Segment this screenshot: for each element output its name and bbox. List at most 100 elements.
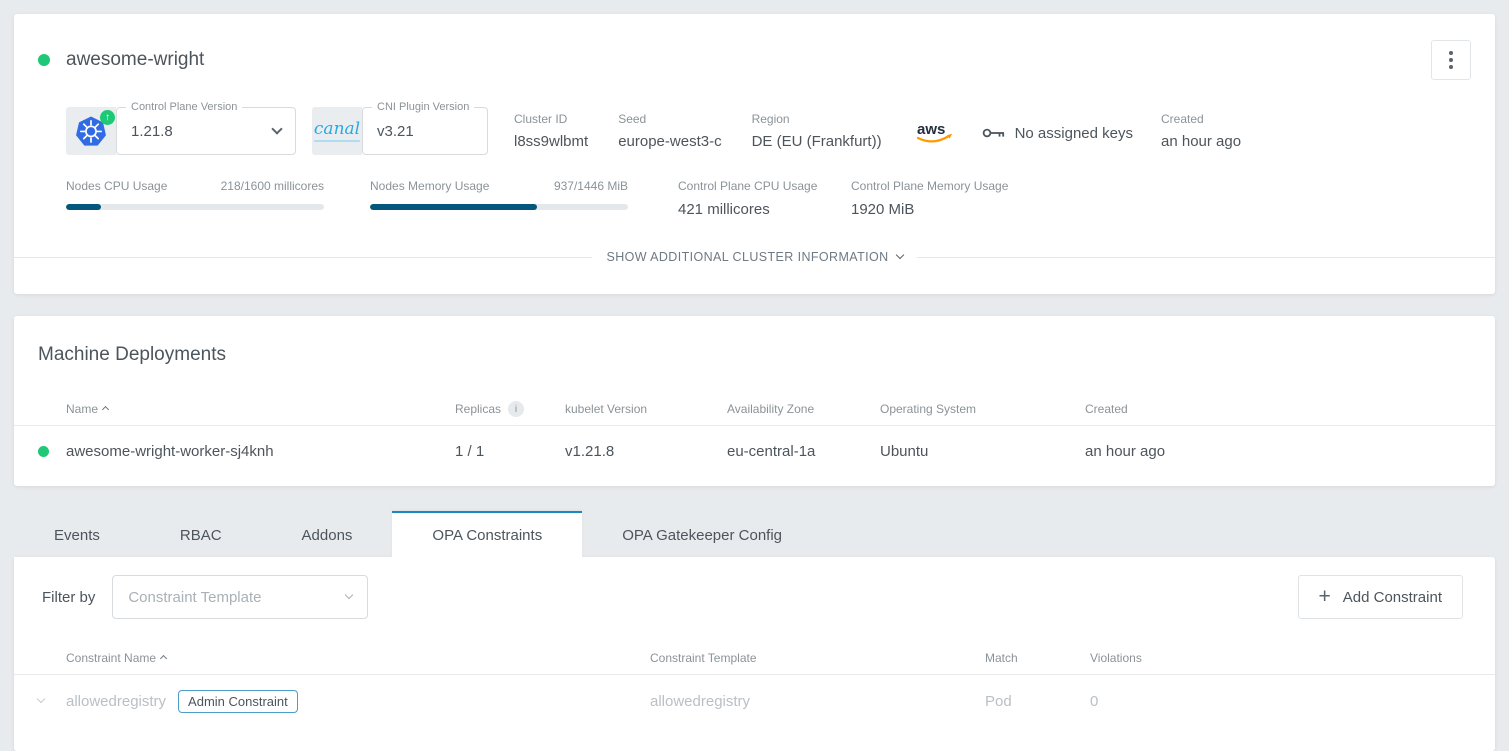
dot-icon <box>1449 58 1453 62</box>
show-more-divider: SHOW ADDITIONAL CLUSTER INFORMATION <box>14 250 1495 294</box>
deployment-replicas: 1 / 1 <box>455 443 565 460</box>
column-header-violations: Violations <box>1090 651 1471 665</box>
deployment-status-dot <box>38 446 49 457</box>
nodes-cpu-progress-fill <box>66 204 101 210</box>
nodes-cpu-progress-track <box>66 204 324 210</box>
chevron-down-icon <box>271 123 282 134</box>
tab-addons[interactable]: Addons <box>262 511 393 557</box>
constraints-table: Constraint Name Constraint Template Matc… <box>14 641 1495 727</box>
control-plane-memory-usage-label: Control Plane Memory Usage <box>851 179 1008 193</box>
constraint-template-filter-select[interactable]: Constraint Template <box>112 575 368 619</box>
control-plane-version-field: ↑ Control Plane Version 1.21.8 <box>66 107 296 155</box>
control-plane-memory-usage: Control Plane Memory Usage 1920 MiB <box>851 179 1008 218</box>
nodes-memory-usage-label: Nodes Memory Usage <box>370 179 489 193</box>
nodes-memory-usage-value: 937/1446 MiB <box>554 179 628 193</box>
svg-text:aws: aws <box>917 121 945 138</box>
deployment-availability-zone: eu-central-1a <box>727 443 880 460</box>
control-plane-memory-usage-value: 1920 MiB <box>851 201 1008 218</box>
admin-constraint-badge: Admin Constraint <box>178 690 298 713</box>
machine-deployments-title: Machine Deployments <box>14 344 1495 366</box>
cluster-actions-menu-button[interactable] <box>1431 40 1471 80</box>
cluster-header: awesome-wright <box>14 40 1495 80</box>
column-header-created: Created <box>1085 402 1471 416</box>
upgrade-available-icon: ↑ <box>100 110 115 125</box>
deployment-name: awesome-wright-worker-sj4knh <box>66 443 455 460</box>
constraint-filter-row: Filter by Constraint Template + Add Cons… <box>14 575 1495 619</box>
seed-field: Seed europe-west3-c <box>618 112 721 150</box>
constraint-violations: 0 <box>1090 693 1471 710</box>
column-header-match: Match <box>985 651 1090 665</box>
nodes-memory-progress-track <box>370 204 628 210</box>
column-header-constraint-name[interactable]: Constraint Name <box>66 651 650 665</box>
divider-line <box>14 257 592 258</box>
tab-events[interactable]: Events <box>14 511 140 557</box>
constraint-row[interactable]: allowedregistry Admin Constraint allowed… <box>14 675 1495 727</box>
column-header-name[interactable]: Name <box>66 402 455 416</box>
cluster-name: awesome-wright <box>66 49 204 71</box>
machine-deployments-table: Name Replicas i kubelet Version Availabi… <box>14 392 1495 476</box>
nodes-cpu-usage-value: 218/1600 millicores <box>221 179 324 193</box>
region-label: Region <box>752 112 882 126</box>
constraint-template-filter-placeholder: Constraint Template <box>128 589 261 606</box>
control-plane-version-label: Control Plane Version <box>126 101 242 114</box>
constraint-name: allowedregistry <box>66 693 166 710</box>
cluster-detail-tabs: Events RBAC Addons OPA Constraints OPA G… <box>14 511 1495 557</box>
tab-opa-gatekeeper-config[interactable]: OPA Gatekeeper Config <box>582 511 822 557</box>
nodes-cpu-usage-label: Nodes CPU Usage <box>66 179 167 193</box>
tab-rbac[interactable]: RBAC <box>140 511 262 557</box>
column-header-operating-system: Operating System <box>880 402 1085 416</box>
constraint-match: Pod <box>985 693 1090 710</box>
region-value: DE (EU (Frankfurt)) <box>752 133 882 150</box>
region-field: Region DE (EU (Frankfurt)) <box>752 112 882 150</box>
constraint-template: allowedregistry <box>650 693 985 710</box>
created-field: Created an hour ago <box>1161 112 1241 150</box>
deployment-created: an hour ago <box>1085 443 1471 460</box>
dot-icon <box>1449 65 1453 69</box>
canal-logo: canal <box>314 121 360 142</box>
cluster-status-dot <box>38 54 50 66</box>
usage-row: Nodes CPU Usage 218/1600 millicores Node… <box>66 179 1471 218</box>
column-header-replicas: Replicas i <box>455 401 565 417</box>
machine-deployments-header-row: Name Replicas i kubelet Version Availabi… <box>14 392 1495 426</box>
nodes-cpu-usage: Nodes CPU Usage 218/1600 millicores <box>66 179 324 218</box>
divider-line <box>917 257 1495 258</box>
kubernetes-logo-tile: ↑ <box>66 107 116 155</box>
ssh-keys-text: No assigned keys <box>1015 125 1133 142</box>
column-header-availability-zone: Availability Zone <box>727 402 880 416</box>
constraints-header-row: Constraint Name Constraint Template Matc… <box>14 641 1495 675</box>
control-plane-cpu-usage: Control Plane CPU Usage 421 millicores <box>678 179 823 218</box>
control-plane-cpu-usage-label: Control Plane CPU Usage <box>678 179 823 193</box>
canal-logo-underline <box>314 140 360 142</box>
cluster-summary-card: awesome-wright <box>14 14 1495 294</box>
column-header-kubelet-version: kubelet Version <box>565 402 727 416</box>
sort-ascending-icon <box>102 406 109 413</box>
canal-logo-tile: canal <box>312 107 362 155</box>
info-icon[interactable]: i <box>508 401 524 417</box>
plus-icon: + <box>1319 586 1331 607</box>
show-additional-info-toggle[interactable]: SHOW ADDITIONAL CLUSTER INFORMATION <box>606 250 902 264</box>
add-constraint-button[interactable]: + Add Constraint <box>1298 575 1464 619</box>
column-header-constraint-template: Constraint Template <box>650 651 985 665</box>
cluster-fields-row: ↑ Control Plane Version 1.21.8 canal CNI… <box>66 107 1471 155</box>
seed-label: Seed <box>618 112 721 126</box>
cni-plugin-version-box: CNI Plugin Version v3.21 <box>362 107 488 155</box>
nodes-memory-usage: Nodes Memory Usage 937/1446 MiB <box>370 179 628 218</box>
filter-by-label: Filter by <box>42 589 95 606</box>
deployment-kubelet-version: v1.21.8 <box>565 443 727 460</box>
expand-row-icon[interactable] <box>37 695 45 703</box>
cni-plugin-version-label: CNI Plugin Version <box>372 101 474 114</box>
key-icon <box>982 127 1006 139</box>
chevron-down-icon <box>895 251 903 259</box>
machine-deployments-card: Machine Deployments Name Replicas i kube… <box>14 316 1495 486</box>
machine-deployment-row[interactable]: awesome-wright-worker-sj4knh 1 / 1 v1.21… <box>14 426 1495 476</box>
created-label: Created <box>1161 112 1241 126</box>
cluster-id-label: Cluster ID <box>514 112 588 126</box>
cni-plugin-version-field: canal CNI Plugin Version v3.21 <box>312 107 488 155</box>
deployment-operating-system: Ubuntu <box>880 443 1085 460</box>
show-additional-info-label: SHOW ADDITIONAL CLUSTER INFORMATION <box>606 250 888 264</box>
seed-value: europe-west3-c <box>618 133 721 150</box>
ssh-keys-info: No assigned keys <box>982 125 1133 142</box>
tab-opa-constraints[interactable]: OPA Constraints <box>392 511 582 557</box>
control-plane-version-select[interactable]: Control Plane Version 1.21.8 <box>116 107 296 155</box>
opa-constraints-panel: Filter by Constraint Template + Add Cons… <box>14 557 1495 751</box>
